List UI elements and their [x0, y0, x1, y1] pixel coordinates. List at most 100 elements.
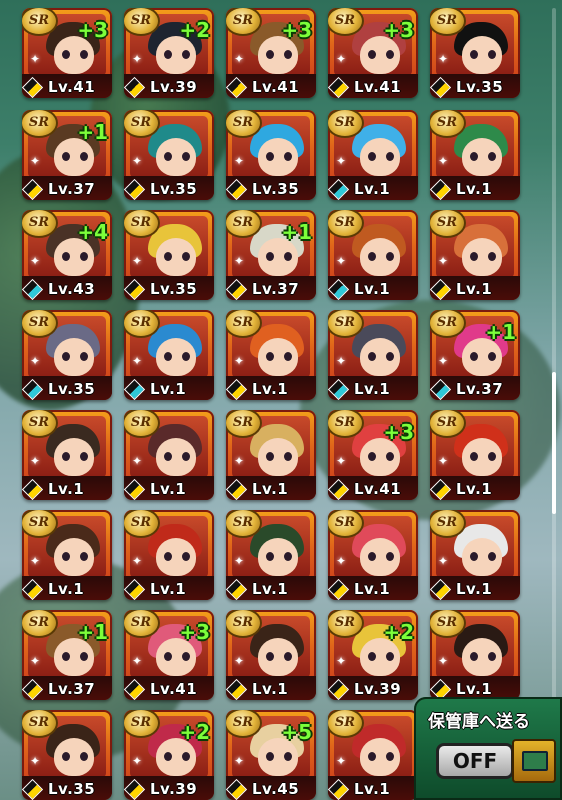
- level-label: Lv.37: [48, 680, 96, 698]
- upgrade-bonus-badge: +3: [77, 18, 108, 42]
- character-card[interactable]: ✦ SR +3 Lv.41: [124, 610, 214, 700]
- character-card[interactable]: ✦ SR Lv.35: [124, 110, 214, 200]
- character-eye: [164, 352, 172, 361]
- character-card[interactable]: ✦ SR Lv.1: [430, 610, 520, 700]
- upgrade-bonus-badge: +2: [383, 620, 414, 644]
- character-eye: [284, 50, 292, 59]
- character-eye: [284, 352, 292, 361]
- character-eye: [62, 652, 70, 661]
- character-card[interactable]: ✦ SR Lv.1: [328, 310, 418, 400]
- character-card[interactable]: ✦ SR Lv.35: [430, 8, 520, 98]
- sparkle-icon: ✦: [234, 254, 245, 268]
- character-card[interactable]: ✦ SR Lv.35: [22, 310, 112, 400]
- level-label: Lv.39: [150, 780, 198, 798]
- upgrade-bonus-badge: +5: [281, 720, 312, 744]
- level-label: Lv.1: [456, 180, 493, 198]
- character-face: [258, 338, 298, 376]
- character-card[interactable]: ✦ SR +3 Lv.41: [328, 8, 418, 98]
- upgrade-bonus-badge: +1: [281, 220, 312, 244]
- character-eye: [164, 50, 172, 59]
- character-eye: [80, 452, 88, 461]
- character-card[interactable]: ✦ SR +3 Lv.41: [328, 410, 418, 500]
- level-label: Lv.1: [456, 580, 493, 598]
- character-face: [360, 138, 400, 176]
- character-eye: [182, 152, 190, 161]
- sparkle-icon: ✦: [438, 454, 449, 468]
- character-eye: [368, 352, 376, 361]
- character-card[interactable]: ✦ SR Lv.1: [430, 410, 520, 500]
- character-card[interactable]: ✦ SR Lv.1: [226, 510, 316, 600]
- character-card[interactable]: ✦ SR +1 Lv.37: [226, 210, 316, 300]
- level-label: Lv.35: [150, 180, 198, 198]
- level-label: Lv.1: [150, 380, 187, 398]
- character-card[interactable]: ✦ SR Lv.1: [124, 310, 214, 400]
- character-face: [462, 238, 502, 276]
- upgrade-bonus-badge: +2: [179, 720, 210, 744]
- character-face: [156, 238, 196, 276]
- character-card[interactable]: ✦ SR Lv.1: [328, 710, 418, 800]
- sparkle-icon: ✦: [234, 454, 245, 468]
- level-label: Lv.1: [48, 480, 85, 498]
- character-face: [258, 438, 298, 476]
- character-card[interactable]: ✦ SR Lv.1: [22, 410, 112, 500]
- character-card[interactable]: ✦ SR Lv.1: [430, 210, 520, 300]
- level-label: Lv.41: [48, 78, 96, 96]
- send-to-storage-panel: 保管庫へ送る OFF: [414, 697, 562, 800]
- character-face: [462, 638, 502, 676]
- storage-toggle-button[interactable]: OFF: [436, 743, 514, 779]
- character-eye: [164, 652, 172, 661]
- level-label: Lv.1: [354, 780, 391, 798]
- character-face: [360, 538, 400, 576]
- character-card[interactable]: ✦ SR Lv.1: [22, 510, 112, 600]
- character-card[interactable]: ✦ SR Lv.1: [328, 210, 418, 300]
- level-label: Lv.35: [456, 78, 504, 96]
- character-card[interactable]: ✦ SR Lv.1: [328, 110, 418, 200]
- character-eye: [368, 552, 376, 561]
- scrollbar-track[interactable]: [552, 8, 556, 704]
- character-face: [462, 138, 502, 176]
- character-face: [156, 438, 196, 476]
- level-label: Lv.39: [150, 78, 198, 96]
- character-card[interactable]: ✦ SR Lv.1: [124, 410, 214, 500]
- character-card[interactable]: ✦ SR Lv.1: [430, 110, 520, 200]
- character-eye: [386, 152, 394, 161]
- character-eye: [386, 252, 394, 261]
- character-eye: [368, 652, 376, 661]
- character-eye: [470, 352, 478, 361]
- character-card[interactable]: ✦ SR Lv.1: [124, 510, 214, 600]
- character-card[interactable]: ✦ SR +3 Lv.41: [226, 8, 316, 98]
- sparkle-icon: ✦: [132, 354, 143, 368]
- character-card[interactable]: ✦ SR +3 Lv.41: [22, 8, 112, 98]
- character-card[interactable]: ✦ SR +2 Lv.39: [124, 710, 214, 800]
- character-card[interactable]: ✦ SR +1 Lv.37: [22, 610, 112, 700]
- character-card[interactable]: ✦ SR +5 Lv.45: [226, 710, 316, 800]
- character-card[interactable]: ✦ SR Lv.1: [226, 310, 316, 400]
- character-card[interactable]: ✦ SR +1 Lv.37: [22, 110, 112, 200]
- character-face: [156, 538, 196, 576]
- scrollbar-thumb[interactable]: [552, 372, 556, 514]
- character-card[interactable]: ✦ SR Lv.1: [226, 410, 316, 500]
- character-eye: [386, 352, 394, 361]
- character-card[interactable]: ✦ SR +2 Lv.39: [328, 610, 418, 700]
- character-card[interactable]: ✦ SR +2 Lv.39: [124, 8, 214, 98]
- character-eye: [470, 152, 478, 161]
- character-card-grid: ✦ SR +3 Lv.41 ✦ SR +2 Lv.39 ✦ SR +3 Lv.41 ✦ SR +3 Lv.41…: [0, 0, 562, 800]
- character-card[interactable]: ✦ SR Lv.1: [430, 510, 520, 600]
- character-eye: [488, 552, 496, 561]
- character-card[interactable]: ✦ SR Lv.35: [226, 110, 316, 200]
- character-card[interactable]: ✦ SR Lv.35: [22, 710, 112, 800]
- character-card[interactable]: ✦ SR Lv.35: [124, 210, 214, 300]
- character-eye: [62, 552, 70, 561]
- storage-chest-icon[interactable]: [512, 739, 556, 783]
- character-eye: [284, 652, 292, 661]
- character-eye: [368, 50, 376, 59]
- character-eye: [386, 50, 394, 59]
- character-eye: [80, 752, 88, 761]
- character-eye: [284, 252, 292, 261]
- character-card[interactable]: ✦ SR Lv.1: [226, 610, 316, 700]
- level-label: Lv.41: [252, 78, 300, 96]
- character-card[interactable]: ✦ SR +4 Lv.43: [22, 210, 112, 300]
- character-card[interactable]: ✦ SR +1 Lv.37: [430, 310, 520, 400]
- sparkle-icon: ✦: [438, 554, 449, 568]
- character-card[interactable]: ✦ SR Lv.1: [328, 510, 418, 600]
